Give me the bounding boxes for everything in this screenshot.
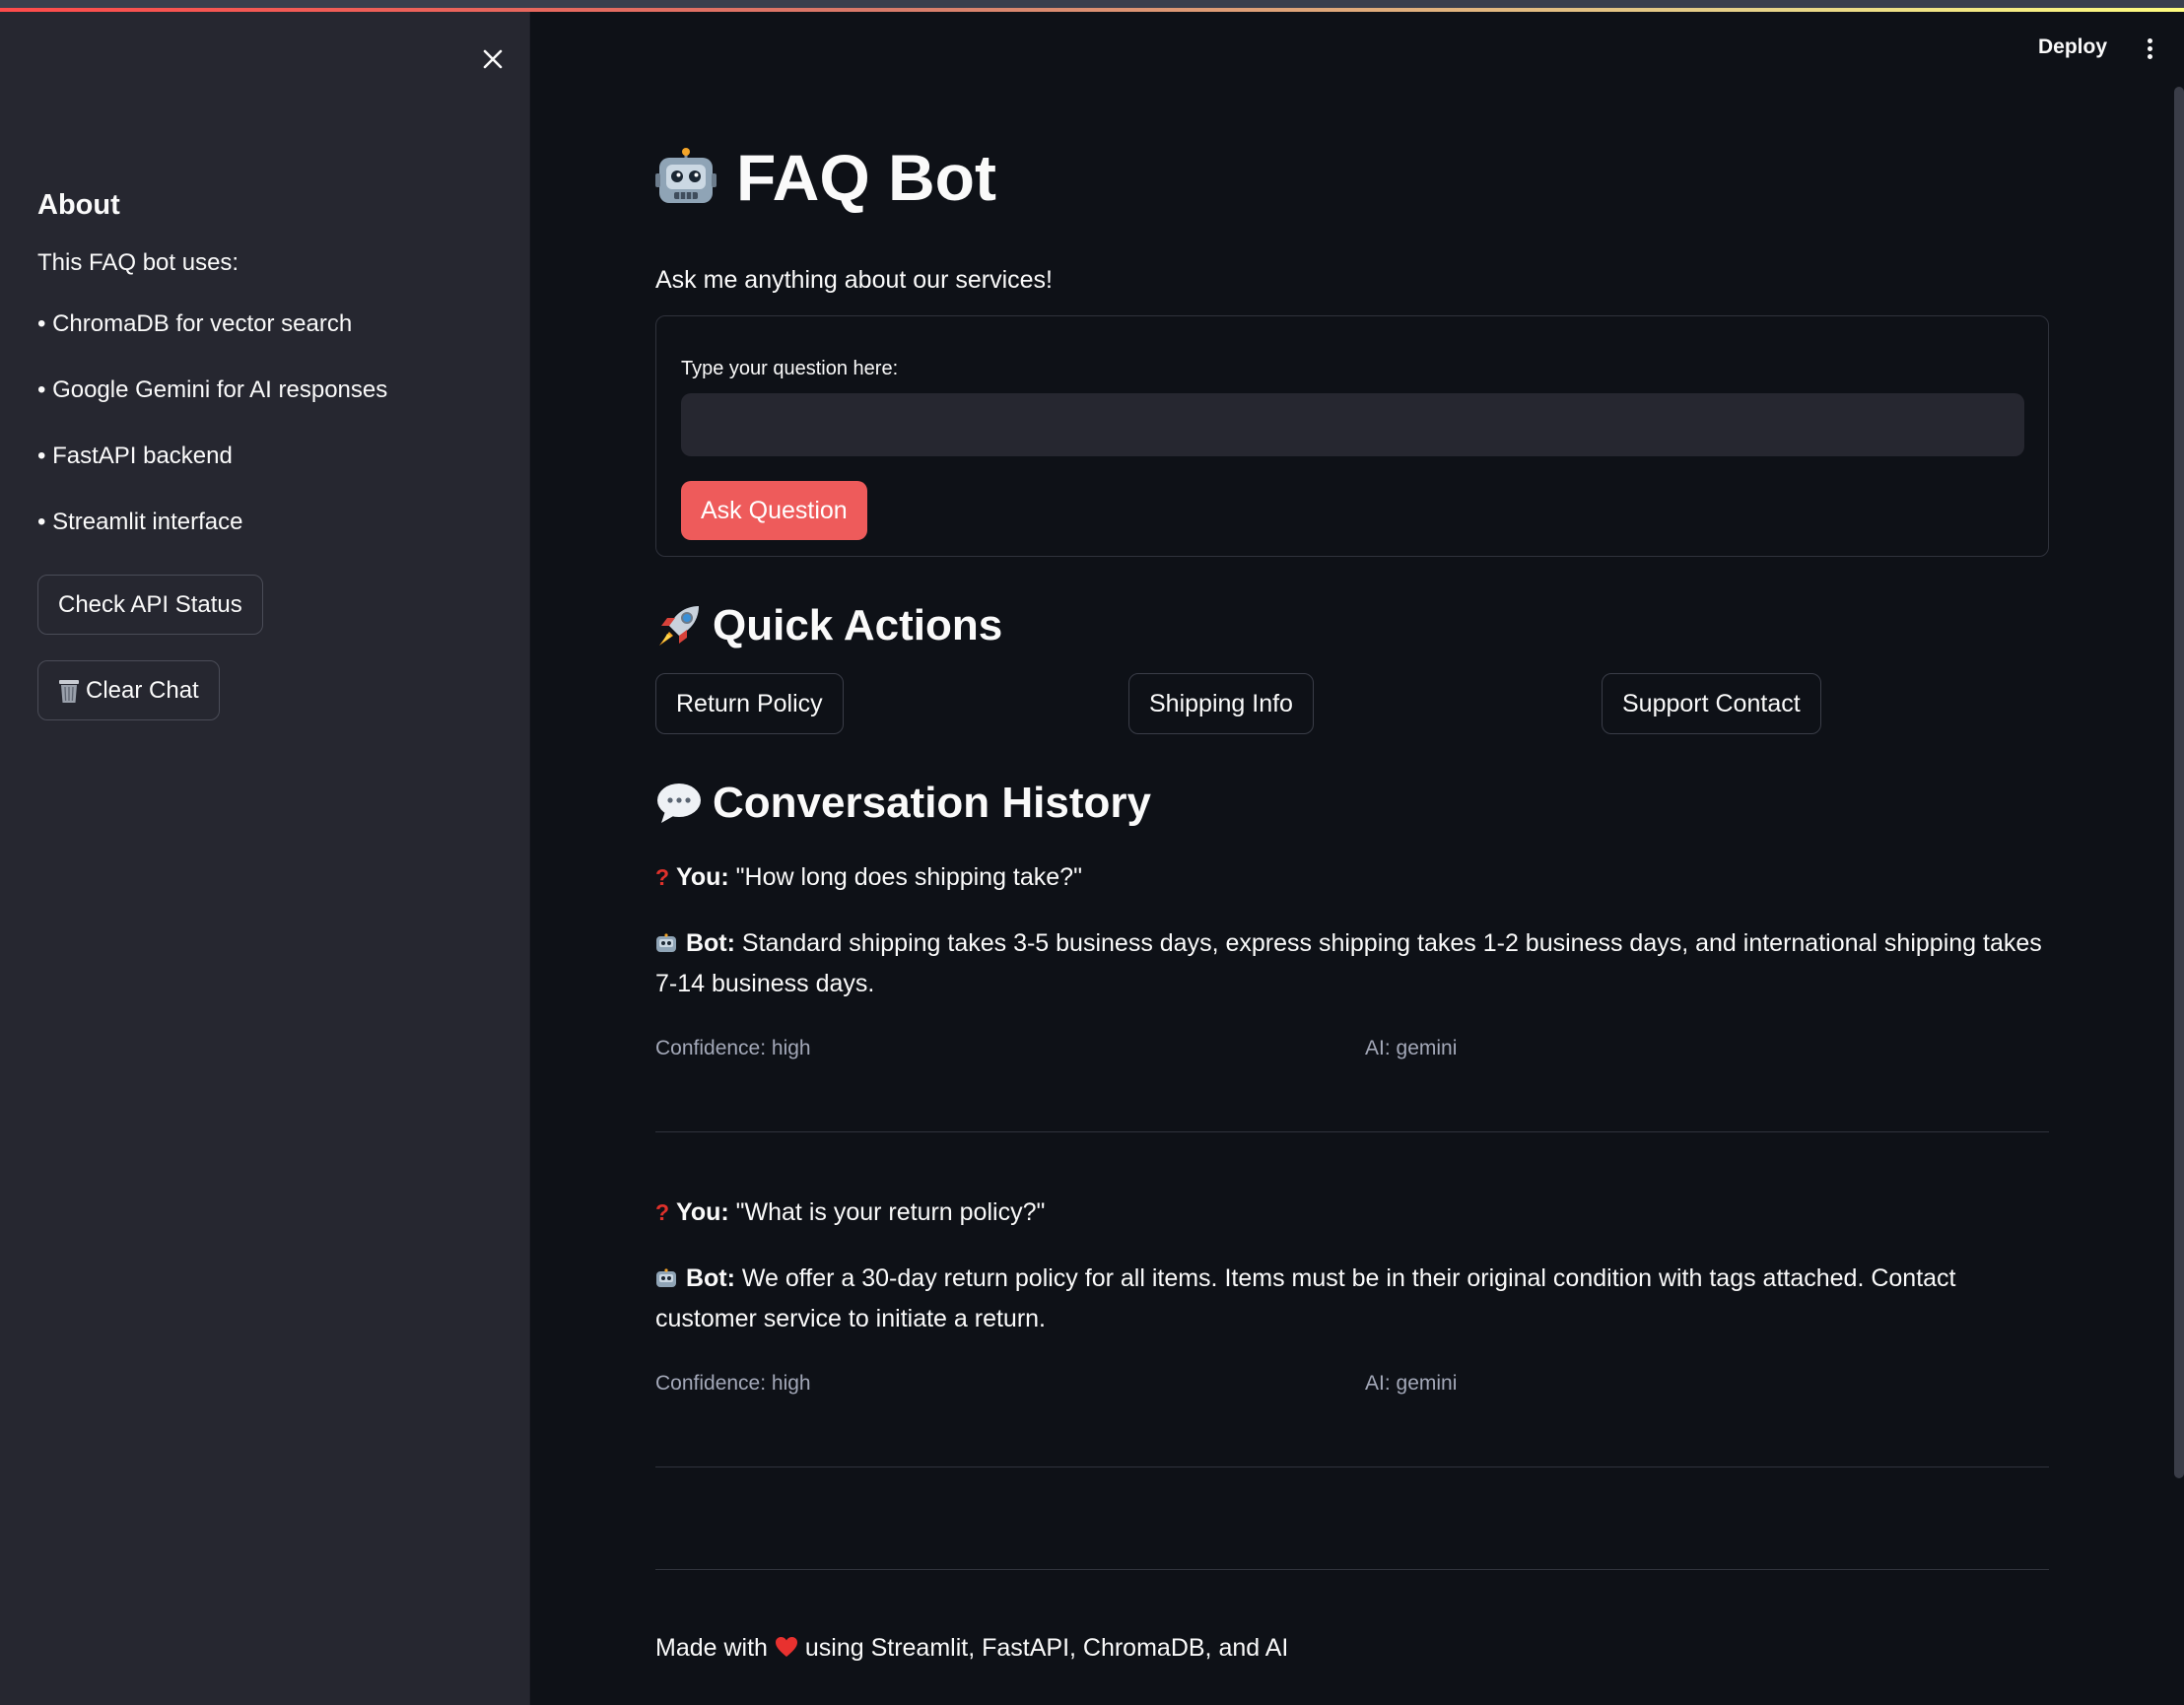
about-intro: This FAQ bot uses: xyxy=(37,249,239,276)
question-mark-icon: ? xyxy=(655,1199,670,1225)
ask-question-button[interactable]: Ask Question xyxy=(681,481,867,540)
footer-text-after: using Streamlit, FastAPI, ChromaDB, and … xyxy=(804,1634,1289,1662)
page-title: FAQ Bot xyxy=(655,145,996,210)
about-item-gemini: • Google Gemini for AI responses xyxy=(37,376,388,403)
about-item-streamlit: • Streamlit interface xyxy=(37,509,243,535)
question-input[interactable] xyxy=(681,393,2024,456)
conversation-entry: ? You: "How long does shipping take?" Bo… xyxy=(655,857,2049,1004)
top-decoration-stripe xyxy=(0,0,2184,12)
you-label: You: xyxy=(676,863,729,891)
main-menu-button[interactable] xyxy=(2141,35,2158,65)
question-form: Type your question here: Ask Question xyxy=(655,315,2049,557)
sidebar-content: About This FAQ bot uses: • ChromaDB for … xyxy=(37,189,500,746)
check-api-status-label: Check API Status xyxy=(58,590,242,618)
check-api-status-button[interactable]: Check API Status xyxy=(37,575,263,635)
confidence-label: Confidence: high xyxy=(655,1372,811,1395)
conversation-entry: ? You: "What is your return policy?" Bot… xyxy=(655,1193,2049,1339)
confidence-label: Confidence: high xyxy=(655,1037,811,1059)
robot-icon xyxy=(655,148,717,203)
answer-text: We offer a 30-day return policy for all … xyxy=(655,1264,1956,1332)
question-label: Type your question here: xyxy=(681,358,899,379)
page-title-text: FAQ Bot xyxy=(736,141,996,214)
kebab-dot-icon xyxy=(2147,38,2152,43)
user-question: ? You: "How long does shipping take?" xyxy=(655,857,2049,898)
footer-divider xyxy=(655,1569,2049,1570)
kebab-dot-icon xyxy=(2147,54,2152,59)
conversation-history-title: Conversation History xyxy=(713,779,1151,827)
you-label: You: xyxy=(676,1198,729,1226)
footer: Made with using Streamlit, FastAPI, Chro… xyxy=(655,1634,1288,1663)
footer-text-before: Made with xyxy=(655,1634,768,1662)
ai-model-label: AI: gemini xyxy=(1365,1037,1458,1059)
quick-actions-heading: Quick Actions xyxy=(655,601,1002,650)
answer-text: Standard shipping takes 3-5 business day… xyxy=(655,929,2042,997)
robot-icon xyxy=(656,1268,676,1287)
question-text: "How long does shipping take?" xyxy=(735,863,1082,891)
about-item-fastapi: • FastAPI backend xyxy=(37,443,233,469)
entry-divider xyxy=(655,1131,2049,1132)
deploy-button[interactable]: Deploy xyxy=(2038,35,2107,59)
about-item-chromadb: • ChromaDB for vector search xyxy=(37,310,353,337)
sidebar: About This FAQ bot uses: • ChromaDB for … xyxy=(0,12,530,1705)
clear-chat-label: Clear Chat xyxy=(86,676,199,704)
about-heading: About xyxy=(37,189,120,221)
quick-actions-title: Quick Actions xyxy=(713,601,1003,649)
rocket-icon xyxy=(659,606,699,646)
kebab-dot-icon xyxy=(2147,46,2152,51)
close-sidebar-button[interactable] xyxy=(475,41,511,77)
robot-icon xyxy=(656,933,676,952)
conversation-history-heading: Conversation History xyxy=(655,779,1151,828)
question-mark-icon: ? xyxy=(655,864,670,890)
heart-icon xyxy=(775,1637,797,1657)
clear-chat-button[interactable]: Clear Chat xyxy=(37,660,220,720)
bot-label: Bot: xyxy=(685,929,735,957)
wastebasket-icon xyxy=(59,679,79,703)
user-question: ? You: "What is your return policy?" xyxy=(655,1193,2049,1233)
shipping-info-button[interactable]: Shipping Info xyxy=(1128,673,1314,734)
ai-model-label: AI: gemini xyxy=(1365,1372,1458,1395)
main-scrollbar[interactable] xyxy=(2174,87,2184,1478)
speech-bubble-icon xyxy=(657,784,701,823)
return-policy-button[interactable]: Return Policy xyxy=(655,673,844,734)
page-subtitle: Ask me anything about our services! xyxy=(655,266,1053,294)
app-header: Deploy xyxy=(530,12,2184,91)
support-contact-button[interactable]: Support Contact xyxy=(1602,673,1821,734)
entry-divider xyxy=(655,1466,2049,1467)
bot-label: Bot: xyxy=(685,1264,735,1292)
bot-answer: Bot: We offer a 30-day return policy for… xyxy=(655,1259,2049,1339)
close-icon xyxy=(483,49,503,69)
bot-answer: Bot: Standard shipping takes 3-5 busines… xyxy=(655,923,2049,1004)
question-text: "What is your return policy?" xyxy=(735,1198,1046,1226)
